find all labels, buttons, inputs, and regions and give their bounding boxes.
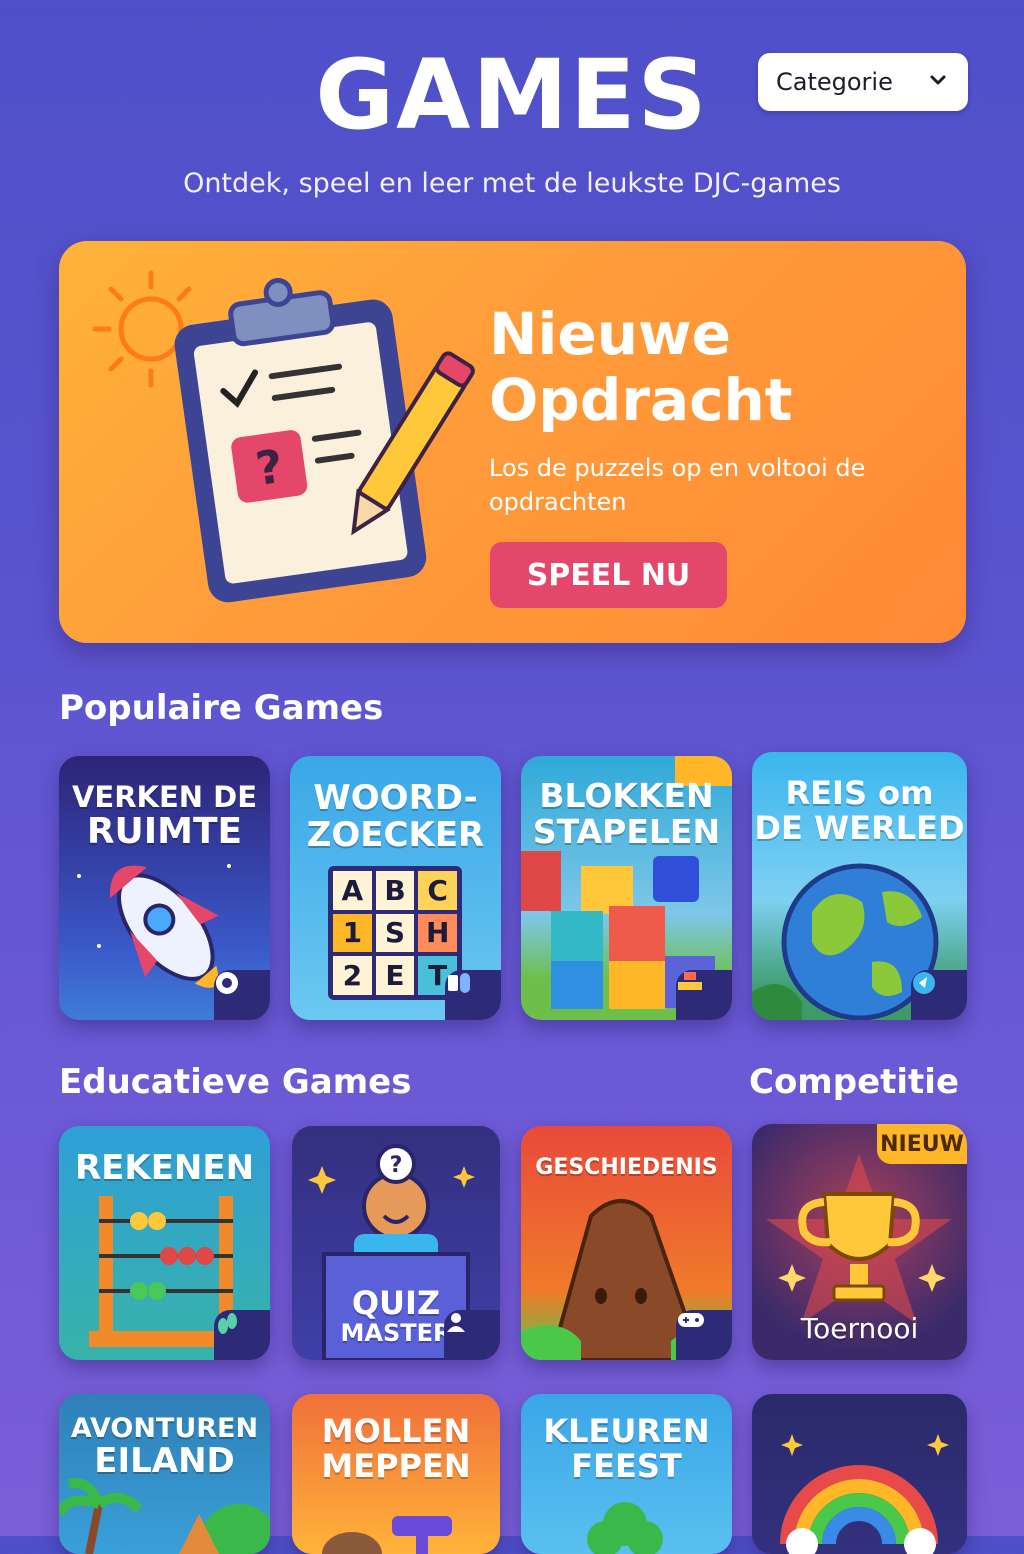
letter-cell: S [375,913,415,953]
page-subtitle: Ontdek, speel en leer met de leukste DJC… [183,168,841,199]
section-title-competition: Competitie [749,1062,960,1102]
game-card-travel[interactable]: REIS om DE WERLED [752,752,967,1020]
card-title: REKENEN [74,1148,255,1188]
chevron-down-icon [930,75,946,85]
card-title-line2: DE WERLED [754,808,965,847]
game-card-rainbow[interactable] [752,1394,967,1554]
letter-cell: H [418,913,457,953]
game-card-geschiedenis[interactable]: GESCHIEDENIS [521,1126,732,1360]
blocks-badge [676,970,732,1020]
travel-badge [911,970,967,1020]
game-card-avonturen[interactable]: AVONTUREN EILAND [59,1394,270,1554]
card-title-line2: STAPELEN [532,811,721,851]
puzzle-badge [445,970,501,1020]
card-title-line1: AVONTUREN [70,1413,259,1444]
hero-description: Los de puzzels op en voltooi de opdracht… [489,454,866,516]
letter-cell: C [418,871,457,910]
letter-cell: 2 [333,956,372,995]
letter-cell: A [333,871,372,910]
game-card-wordsearch[interactable]: WOORD- ZOECKER A B C 1 S H 2 E T [290,756,501,1020]
card-title-line1: VERKEN DE [71,780,258,814]
card-title: GESCHIEDENIS [535,1155,718,1180]
hero-title: Nieuwe Opdracht [489,300,793,434]
letter-cell: B [375,871,415,910]
svg-text:?: ? [390,1153,403,1178]
game-card-kleuren[interactable]: KLEUREN FEEST [521,1394,732,1554]
category-select-value: Categorie [776,68,893,96]
card-title-line1: REIS om [785,774,934,812]
featured-banner[interactable]: ? Nieuwe Opdracht Los de puzzels op en v… [59,241,966,643]
card-title: Toernooi [800,1312,919,1345]
user-icon [444,1310,500,1360]
game-card-mollen[interactable]: MOLLEN MEPPEN [292,1394,500,1554]
game-card-toernooi[interactable]: NIEUW Toernooi [752,1124,967,1360]
letter-grid: A B C 1 S H 2 E T [328,866,462,1000]
card-title-line2: MEPPEN [321,1446,471,1485]
new-badge: NIEUW [877,1124,967,1164]
play-now-button[interactable]: SPEEL NU [490,542,727,608]
section-title-popular: Populaire Games [59,688,384,728]
card-title-line2: RUIMTE [86,811,243,853]
section-title-educational: Educatieve Games [59,1062,412,1102]
leaf-badge [214,1310,270,1360]
card-title-line1: MOLLEN [321,1412,471,1450]
game-card-quiz[interactable]: ? QUIZ MASTER [292,1126,500,1360]
gamepad-icon [676,1310,732,1360]
card-title-line2: FEEST [571,1446,682,1485]
rainbow-icon [780,1434,949,1554]
card-title-line1: BLOKKEN [539,776,714,815]
game-card-blocks[interactable]: BLOKKEN STAPELEN [521,756,732,1020]
card-title-line1: WOORD- [313,778,478,818]
letter-cell: 1 [333,913,372,953]
clipboard-illustration: ? [92,270,475,603]
space-badge [214,970,270,1020]
category-select[interactable]: Categorie [758,53,968,111]
card-title-line2: EILAND [94,1441,235,1482]
sun-icon [92,270,192,388]
card-title-line2: ZOECKER [306,814,485,855]
game-card-space[interactable]: VERKEN DE RUIMTE [59,756,270,1020]
letter-cell: E [375,956,415,995]
game-card-rekenen[interactable]: REKENEN [59,1126,270,1360]
card-title-line1: KLEUREN [543,1412,710,1450]
